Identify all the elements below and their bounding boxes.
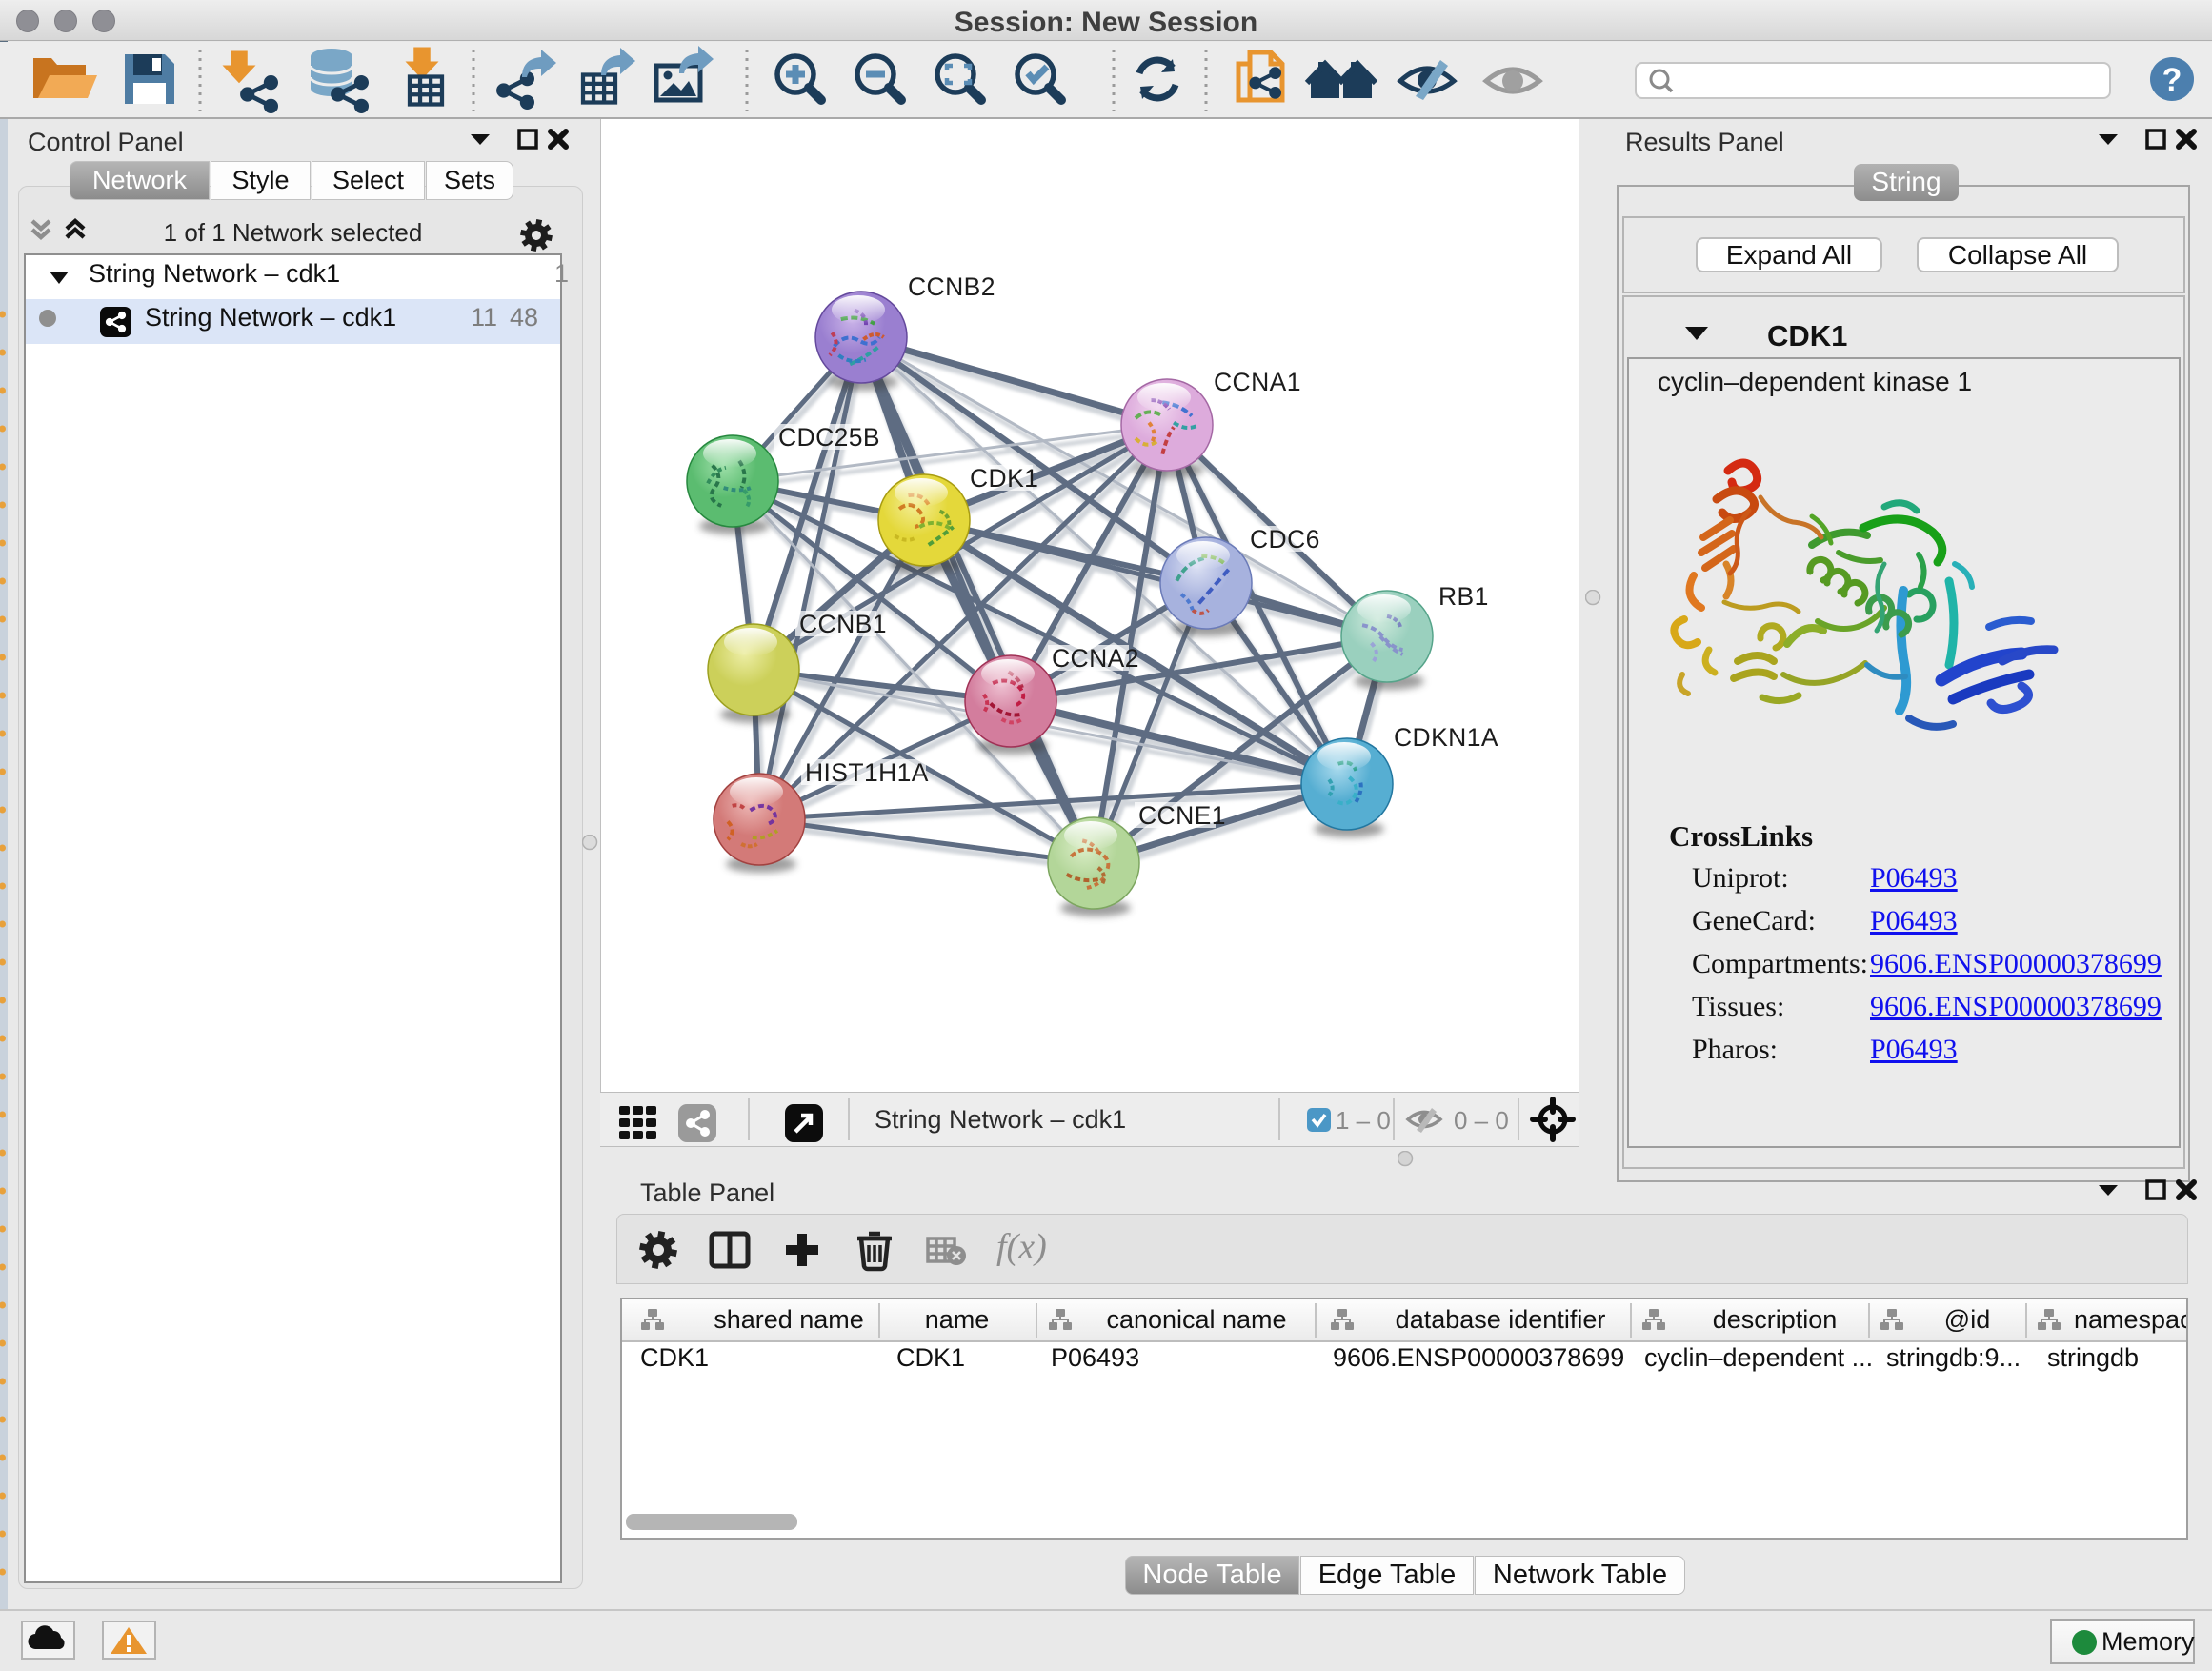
svg-text:CCNA2: CCNA2 xyxy=(1052,644,1139,673)
svg-text:CDC25B: CDC25B xyxy=(778,423,880,452)
svg-text:HIST1H1A: HIST1H1A xyxy=(805,758,929,787)
svg-text:CCNE1: CCNE1 xyxy=(1138,801,1226,830)
svg-text:?: ? xyxy=(2162,62,2182,98)
svg-text:CDK1: CDK1 xyxy=(970,464,1038,493)
svg-text:CCNB1: CCNB1 xyxy=(799,610,887,638)
svg-text:CDC6: CDC6 xyxy=(1250,525,1320,554)
svg-text:RB1: RB1 xyxy=(1438,582,1489,611)
svg-text:CCNB2: CCNB2 xyxy=(908,272,995,301)
svg-text:CDKN1A: CDKN1A xyxy=(1394,723,1498,752)
svg-text:CCNA1: CCNA1 xyxy=(1214,368,1301,396)
